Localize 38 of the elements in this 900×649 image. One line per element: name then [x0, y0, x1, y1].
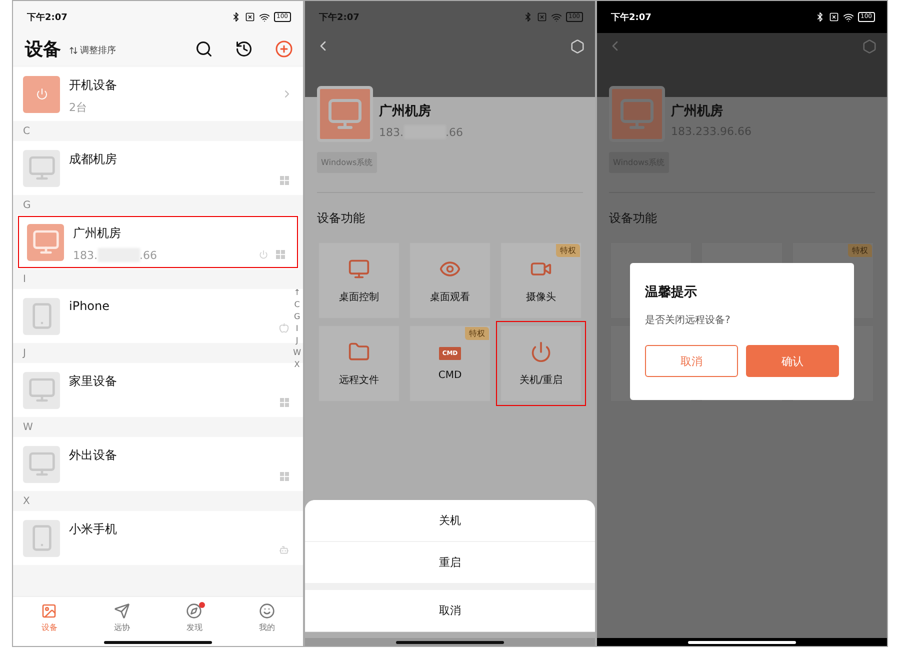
section-letter: C: [23, 126, 30, 136]
status-time: 下午2:07: [319, 12, 360, 24]
section-letter: G: [23, 200, 31, 210]
device-name: iPhone: [69, 299, 111, 313]
tile-label: CMD: [438, 370, 462, 380]
device-count: 2台: [69, 100, 88, 115]
os-tag: Windows系统: [317, 152, 377, 173]
tile-label: 桌面观看: [430, 290, 470, 304]
device-name: 广州机房: [379, 102, 432, 120]
tile-label: 桌面控制: [339, 290, 379, 304]
status-time: 下午2:07: [27, 12, 68, 24]
section-letter: J: [23, 348, 26, 358]
tile-label: 关机/重启: [519, 374, 563, 386]
ip-address: .66: [140, 248, 157, 262]
ip-address: 183.: [379, 126, 404, 138]
device-name: 小米手机: [69, 521, 118, 538]
device-name: 外出设备: [69, 447, 118, 464]
device-name: 广州机房: [73, 225, 122, 242]
device-name: 成都机房: [69, 151, 118, 168]
section-letter: W: [23, 422, 33, 432]
section-title: 设备功能: [317, 210, 366, 227]
section-title: 设备功能: [609, 210, 658, 227]
privilege-badge: 特权: [465, 327, 489, 340]
tile-label: 摄像头: [526, 290, 556, 304]
section-letter: X: [23, 496, 30, 506]
privilege-badge: 特权: [848, 244, 872, 257]
page-title: 设备: [25, 38, 61, 61]
dialog-title: 温馨提示: [645, 284, 698, 301]
section-letter: I: [23, 274, 26, 284]
dialog-message: 是否关闭远程设备?: [645, 314, 732, 327]
group-name: 开机设备: [69, 77, 118, 94]
device-name: 家里设备: [69, 373, 118, 390]
device-name: 广州机房: [671, 102, 724, 120]
ip-address: .66: [446, 126, 463, 138]
privilege-badge: 特权: [556, 244, 580, 257]
tile-label: 远程文件: [339, 374, 379, 386]
status-time: 下午2:07: [611, 12, 652, 24]
ip-address: 183.: [73, 248, 98, 262]
